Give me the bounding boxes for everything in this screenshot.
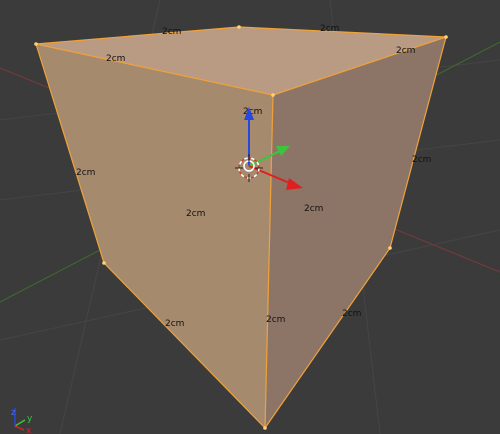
3d-viewport[interactable]: 2cm 2cm 2cm 2cm 2cm 2cm 2cm 2cm 2cm 2cm … [0,0,500,434]
orientation-axes-widget: z y x [11,408,33,434]
edge-length-label: 2cm [165,319,184,329]
edge-length-label: 2cm [162,27,181,37]
edge-length-label: 2cm [342,309,361,319]
orientation-z-label: z [11,408,16,418]
orientation-x-axis [14,425,25,431]
orientation-x-label: x [26,426,32,434]
cube-left-face[interactable] [36,44,273,428]
orientation-y-axis [14,419,26,427]
edge-length-label: 2cm [304,204,323,214]
cube-right-face[interactable] [265,37,446,428]
edge-length-label: 2cm [266,315,285,325]
edge-length-label: 2cm [76,168,95,178]
edge-length-label: 2cm [396,46,415,56]
edge-length-label: 2cm [320,24,339,34]
orientation-y-label: y [27,414,33,424]
edge-length-label: 2cm [412,155,431,165]
edge-length-label: 2cm [106,54,125,64]
edge-length-label: 2cm [186,209,205,219]
